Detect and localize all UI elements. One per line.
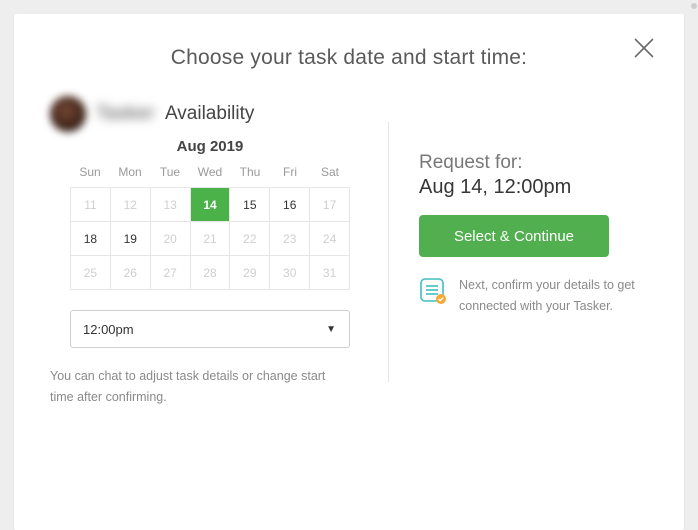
- calendar: Aug 2019 SunMonTueWedThuFriSat 111213141…: [70, 138, 350, 290]
- right-column: Request for: Aug 14, 12:00pm Select & Co…: [419, 96, 639, 409]
- avatar: [50, 96, 86, 132]
- scrollbar-track[interactable]: [689, 1, 697, 529]
- request-label: Request for:: [419, 152, 639, 174]
- calendar-grid: 1112131415161718192021222324252627282930…: [70, 187, 350, 290]
- calendar-day: 22: [230, 222, 270, 256]
- tasker-name: Tasker: [96, 103, 155, 125]
- time-select[interactable]: 12:00pm: [70, 310, 350, 348]
- calendar-day[interactable]: 18: [71, 222, 111, 256]
- calendar-day[interactable]: 19: [111, 222, 151, 256]
- calendar-day: 13: [151, 188, 191, 222]
- date-time-modal: Choose your task date and start time: Ta…: [14, 14, 684, 530]
- availability-label: Availability: [165, 103, 254, 125]
- calendar-day: 24: [310, 222, 350, 256]
- calendar-day[interactable]: 15: [230, 188, 270, 222]
- calendar-week: 18192021222324: [71, 222, 350, 256]
- calendar-day[interactable]: 14: [191, 188, 231, 222]
- calendar-week: 25262728293031: [71, 256, 350, 290]
- calendar-day: 31: [310, 256, 350, 290]
- calendar-dow: Fri: [270, 165, 310, 179]
- calendar-day: 17: [310, 188, 350, 222]
- calendar-dow: Sat: [310, 165, 350, 179]
- modal-body: Tasker Availability Aug 2019 SunMonTueWe…: [50, 96, 648, 409]
- calendar-day: 12: [111, 188, 151, 222]
- hint-text: You can chat to adjust task details or c…: [50, 366, 340, 409]
- checklist-icon: [419, 277, 447, 305]
- close-button[interactable]: [632, 36, 656, 60]
- calendar-day: 25: [71, 256, 111, 290]
- calendar-day: 27: [151, 256, 191, 290]
- next-step-text: Next, confirm your details to get connec…: [459, 275, 639, 318]
- calendar-day: 23: [270, 222, 310, 256]
- calendar-dow: Tue: [150, 165, 190, 179]
- request-value: Aug 14, 12:00pm: [419, 176, 639, 199]
- close-icon: [632, 36, 656, 60]
- calendar-dow: Mon: [110, 165, 150, 179]
- calendar-dow-header: SunMonTueWedThuFriSat: [70, 165, 350, 179]
- calendar-day: 20: [151, 222, 191, 256]
- vertical-divider: [388, 122, 389, 382]
- calendar-dow: Wed: [190, 165, 230, 179]
- calendar-day[interactable]: 16: [270, 188, 310, 222]
- calendar-week: 11121314151617: [71, 188, 350, 222]
- next-step-box: Next, confirm your details to get connec…: [419, 275, 639, 318]
- calendar-month: Aug 2019: [70, 138, 350, 155]
- calendar-day: 26: [111, 256, 151, 290]
- time-select-wrap: 12:00pm ▼: [50, 310, 370, 348]
- scrollbar-thumb[interactable]: [691, 3, 697, 9]
- calendar-day: 28: [191, 256, 231, 290]
- left-column: Tasker Availability Aug 2019 SunMonTueWe…: [50, 96, 370, 409]
- calendar-day: 21: [191, 222, 231, 256]
- calendar-day: 11: [71, 188, 111, 222]
- select-continue-button[interactable]: Select & Continue: [419, 215, 609, 257]
- modal-title: Choose your task date and start time:: [50, 46, 648, 70]
- calendar-dow: Thu: [230, 165, 270, 179]
- calendar-dow: Sun: [70, 165, 110, 179]
- calendar-day: 30: [270, 256, 310, 290]
- calendar-day: 29: [230, 256, 270, 290]
- tasker-header: Tasker Availability: [50, 96, 370, 132]
